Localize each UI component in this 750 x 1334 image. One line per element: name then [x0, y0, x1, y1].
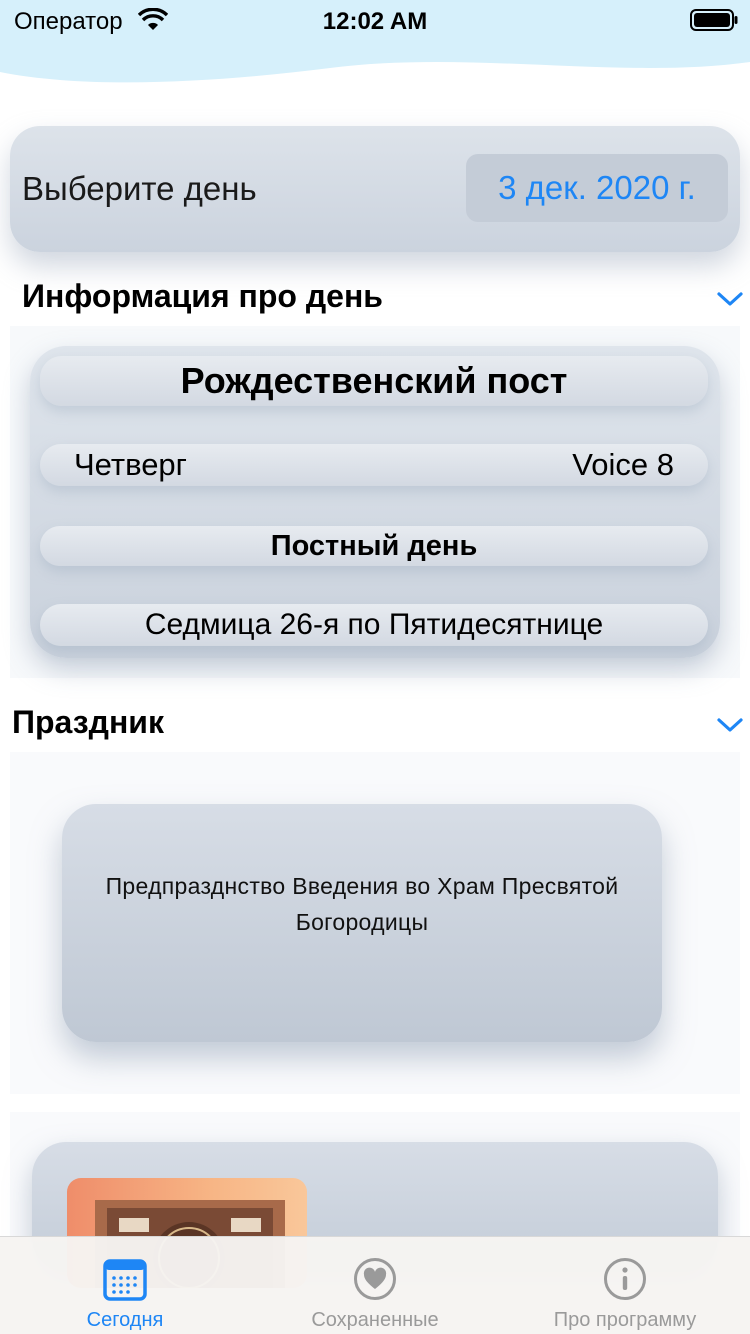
weekday-voice-row: Четверг Voice 8: [40, 444, 708, 486]
voice-label: Voice 8: [572, 447, 674, 482]
fast-type: Постный день: [40, 526, 708, 566]
tab-about-label: Про программу: [553, 1309, 697, 1331]
holiday-card[interactable]: Предпразднство Введения во Храм Пресвято…: [62, 804, 662, 1042]
week-label: Седмица 26-я по Пятидесятнице: [40, 604, 708, 646]
battery-icon: [690, 9, 738, 31]
day-info-title: Информация про день: [22, 278, 383, 314]
status-bar: Оператор 12:02 AM: [0, 0, 750, 44]
day-info-panel: Рождественский пост Четверг Voice 8 Пост…: [10, 326, 740, 678]
tab-saved[interactable]: Сохраненные: [250, 1237, 500, 1334]
tab-about[interactable]: Про программу: [500, 1237, 750, 1334]
fast-name: Рождественский пост: [40, 356, 708, 406]
date-picker-card: Выберите день 3 дек. 2020 г.: [10, 126, 740, 252]
info-icon: [604, 1258, 646, 1300]
tab-today-label: Сегодня: [86, 1309, 164, 1331]
tab-today[interactable]: Сегодня: [0, 1237, 250, 1334]
heart-icon: [354, 1258, 396, 1300]
status-time: 12:02 AM: [322, 8, 428, 35]
day-info-card: Рождественский пост Четверг Voice 8 Пост…: [30, 346, 720, 658]
holiday-text: Предпразднство Введения во Храм Пресвято…: [105, 873, 619, 935]
weekday-label: Четверг: [74, 447, 187, 482]
chevron-down-icon[interactable]: [717, 291, 743, 307]
date-picker-button[interactable]: 3 дек. 2020 г.: [466, 154, 728, 222]
holiday-panel: Предпразднство Введения во Храм Пресвято…: [10, 752, 740, 1094]
chevron-down-icon[interactable]: [717, 717, 743, 733]
icon-panel: [10, 1112, 740, 1288]
tab-saved-label: Сохраненные: [311, 1309, 439, 1331]
holiday-title: Праздник: [12, 704, 164, 740]
calendar-icon: [103, 1259, 147, 1301]
date-picker-label: Выберите день: [22, 170, 257, 207]
tab-bar: Сегодня Сохраненные Про программу: [0, 1236, 750, 1334]
